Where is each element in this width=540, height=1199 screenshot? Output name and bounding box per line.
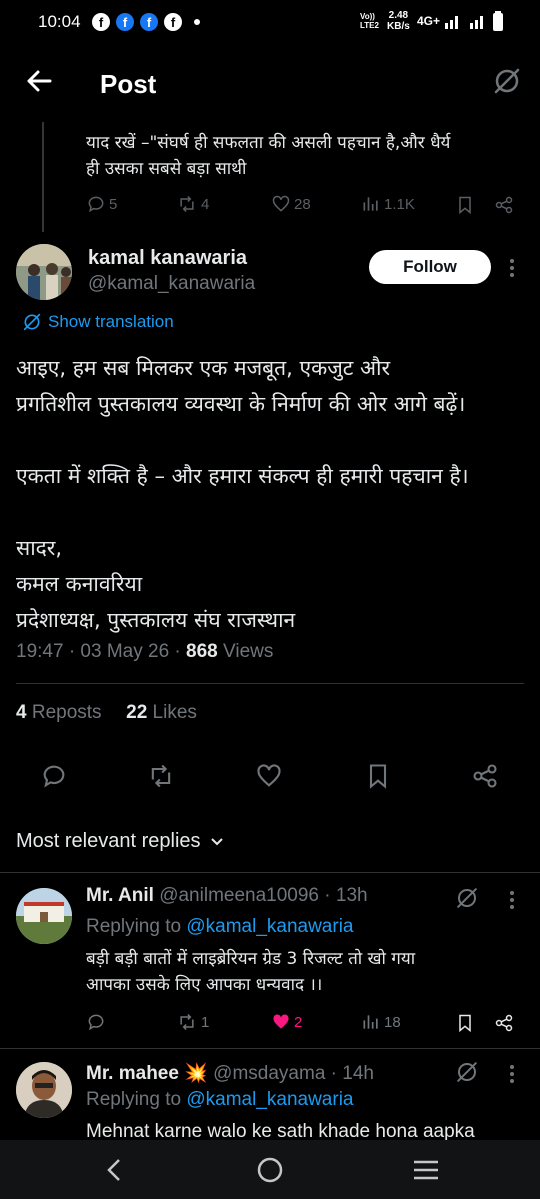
like-button[interactable]: 2 (271, 1012, 302, 1032)
replying-to-handle[interactable]: @kamal_kanawaria (186, 916, 353, 937)
system-navigation-bar (0, 1140, 540, 1199)
reply-author-name[interactable]: Mr. mahee (86, 1063, 179, 1084)
reply-meta: @msdayama · 14h (213, 1063, 374, 1084)
post-paragraph: सादर, (16, 536, 63, 560)
battery-icon (493, 11, 503, 31)
reply-header: Mr. mahee 💥 @msdayama · 14h (86, 1061, 374, 1085)
author-avatar[interactable] (16, 244, 72, 300)
bookmark-icon[interactable] (455, 194, 475, 216)
replying-to-handle[interactable]: @kamal_kanawaria (186, 1089, 353, 1110)
share-icon[interactable] (471, 762, 499, 790)
post-paragraph: प्रदेशाध्यक्ष, पुस्तकालय संघ राजस्थान (16, 608, 296, 632)
post-body: आइए, हम सब मिलकर एक मजबूत, एकजुट और प्रग… (16, 350, 536, 638)
reply-avatar[interactable] (16, 1062, 72, 1118)
divider (16, 683, 524, 684)
post-paragraph: आइए, हम सब मिलकर एक मजबूत, एकजुट और (16, 356, 391, 380)
like-button[interactable]: 28 (271, 194, 311, 214)
facebook-notification-icon: f (92, 13, 110, 31)
home-nav-icon[interactable] (256, 1156, 284, 1184)
facebook-notification-icon: f (140, 13, 158, 31)
signal-icon (470, 16, 483, 29)
volte-indicator: Vo)) LTE2 (360, 12, 379, 30)
bookmark-icon[interactable] (455, 1012, 475, 1034)
more-options-icon[interactable] (509, 258, 515, 278)
recents-nav-icon[interactable] (412, 1159, 440, 1181)
back-nav-icon[interactable] (104, 1157, 124, 1183)
signal-icon (445, 16, 458, 29)
views-label: Views (217, 641, 274, 662)
author-handle[interactable]: @kamal_kanawaria (88, 273, 255, 295)
grok-icon[interactable] (455, 1060, 479, 1084)
replies-sort-dropdown[interactable]: Most relevant replies (16, 830, 225, 853)
post-paragraph: प्रगतिशील पुस्तकालय व्यवस्था के निर्माण … (16, 392, 466, 416)
back-arrow-icon[interactable] (24, 66, 54, 96)
likes-stat[interactable]: 22 Likes (126, 702, 197, 723)
reply-icon (88, 196, 104, 213)
follow-button[interactable]: Follow (369, 250, 491, 284)
repost-icon (180, 195, 194, 213)
author-name[interactable]: kamal kanawaria (88, 247, 247, 270)
share-icon[interactable] (494, 194, 514, 216)
reply-button[interactable]: 5 (86, 194, 117, 214)
views-button[interactable]: 18 (361, 1012, 401, 1032)
repost-icon[interactable] (146, 762, 176, 790)
divider (0, 872, 540, 873)
reply-text: बड़ी बड़ी बातों में लाइब्रेरियन ग्रेड 3 … (86, 949, 416, 995)
reply-meta: @anilmeena10096 · 13h (159, 885, 368, 906)
reply-avatar[interactable] (16, 888, 72, 944)
more-options-icon[interactable] (509, 1064, 515, 1084)
facebook-notification-icon: f (116, 13, 134, 31)
share-icon[interactable] (494, 1012, 514, 1034)
views-icon (363, 197, 378, 211)
repost-button[interactable]: 4 (176, 194, 209, 214)
reply-header: Mr. Anil @anilmeena10096 · 13h (86, 885, 368, 907)
more-options-icon[interactable] (509, 890, 515, 910)
avatar-image (16, 1062, 72, 1118)
show-translation-link[interactable]: Show translation (22, 312, 174, 332)
page-title: Post (100, 69, 157, 99)
views-button[interactable]: 1.1K (361, 194, 415, 214)
network-speed: 2.48 KB/s (387, 10, 410, 32)
divider (0, 1048, 540, 1049)
show-translation-label: Show translation (48, 312, 174, 331)
views-icon (363, 1015, 378, 1029)
bookmark-icon[interactable] (364, 762, 392, 790)
facebook-notification-icon: f (164, 13, 182, 31)
thread-connector-line (42, 122, 44, 232)
previous-post-text: याद रखें –"संघर्ष ही सफलता की असली पहचान… (86, 133, 451, 179)
status-bar: 10:04 f f f f Vo)) LTE2 2.48 KB/s 4G+ (0, 0, 540, 44)
post-meta: 19:47 · 03 May 26 · 868 Views (16, 641, 273, 663)
reply-author-name[interactable]: Mr. Anil (86, 885, 154, 906)
views-count: 868 (186, 641, 218, 662)
more-notifications-dot (194, 19, 200, 25)
reply-actions: 1 2 18 (86, 1012, 526, 1034)
replying-to: Replying to @kamal_kanawaria (86, 1089, 354, 1110)
replying-to: Replying to @kamal_kanawaria (86, 916, 354, 937)
heart-icon[interactable] (255, 762, 283, 790)
replies-sort-label: Most relevant replies (16, 830, 201, 852)
heart-icon (272, 195, 290, 212)
emoji-badge: 💥 (184, 1063, 208, 1084)
repost-icon (180, 1013, 194, 1031)
reply-icon[interactable] (86, 1012, 106, 1032)
heart-filled-icon (273, 1014, 289, 1029)
reply-icon[interactable] (40, 762, 68, 790)
network-type: 4G+ (417, 14, 441, 28)
post-paragraph: एकता में शक्ति है – और हमारा संकल्प ही ह… (16, 464, 469, 488)
post-paragraph: कमल कनावरिया (16, 572, 143, 596)
engagement-stats: 4 Reposts 22 Likes (16, 702, 197, 724)
grok-icon[interactable] (455, 886, 479, 910)
repost-button[interactable]: 1 (176, 1012, 209, 1032)
status-time: 10:04 (38, 12, 81, 31)
grok-icon (23, 313, 41, 331)
grok-icon[interactable] (492, 66, 522, 96)
reposts-stat[interactable]: 4 Reposts (16, 702, 102, 723)
avatar-image (16, 244, 72, 300)
previous-post-actions: 5 4 28 1.1K (86, 194, 526, 216)
avatar-image (16, 888, 72, 944)
chevron-down-icon (210, 837, 223, 845)
post-timestamp[interactable]: 19:47 · 03 May 26 · (16, 641, 186, 662)
